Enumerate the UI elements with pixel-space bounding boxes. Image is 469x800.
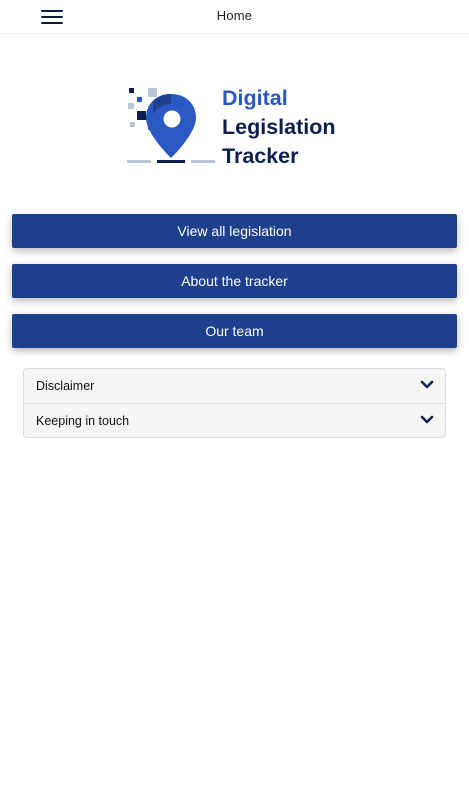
our-team-button[interactable]: Our team <box>12 314 457 348</box>
accordion-label: Disclaimer <box>36 379 95 393</box>
logo-word-tracker: Tracker <box>222 144 299 168</box>
page-title: Home <box>216 8 253 23</box>
accordion-label: Keeping in touch <box>36 413 130 428</box>
chevron-down-icon <box>420 380 434 389</box>
accordion-item-disclaimer[interactable]: Disclaimer <box>24 369 445 403</box>
accordion-item-keeping-in-touch[interactable]: Keeping in touch <box>24 403 445 437</box>
logo-word-digital: Digital <box>222 86 288 110</box>
chevron-down-icon <box>420 415 434 424</box>
digital-legislation-tracker-logo: Digital Legislation Tracker <box>127 84 347 170</box>
logo-wordmark: Digital Legislation Tracker <box>222 84 335 171</box>
map-pin-pixels-icon <box>127 88 215 163</box>
info-accordion: Disclaimer Keeping in touch <box>23 368 446 438</box>
about-the-tracker-button[interactable]: About the tracker <box>12 264 457 298</box>
view-all-legislation-button[interactable]: View all legislation <box>12 214 457 248</box>
logo-word-legislation: Legislation <box>222 115 336 139</box>
app-bar: Home <box>0 0 469 34</box>
